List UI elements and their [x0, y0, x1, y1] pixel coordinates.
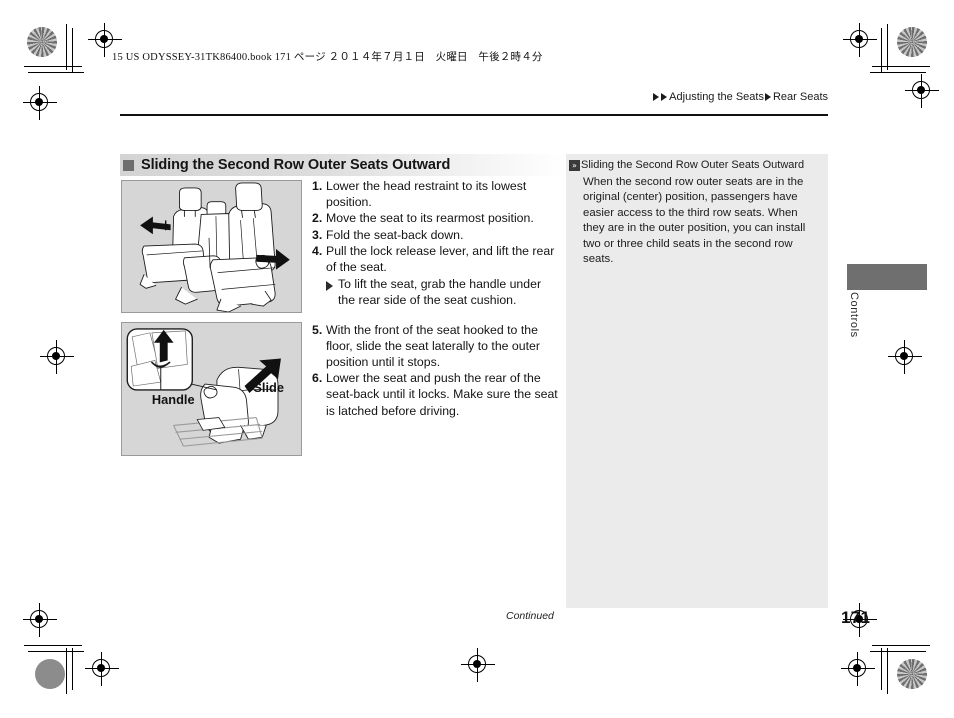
steps-spacer: [312, 309, 560, 322]
breadcrumb-arrow-icon-1: [653, 93, 660, 101]
section-heading-text: Sliding the Second Row Outer Seats Outwa…: [141, 157, 451, 173]
step-item: 5. With the front of the seat hooked to …: [312, 322, 560, 371]
breadcrumb-arrow-icon-3: [764, 93, 771, 101]
breadcrumb-arrow-icon-2: [661, 93, 668, 101]
section-bullet-square-icon: [123, 159, 134, 171]
figure-seat-handle-and-slide: Handle Slide: [121, 322, 302, 456]
page-content: 15 US ODYSSEY-31TK86400.book 171 ページ ２０１…: [0, 0, 954, 718]
side-note-panel: » Sliding the Second Row Outer Seats Out…: [566, 154, 828, 608]
print-file-header: 15 US ODYSSEY-31TK86400.book 171 ページ ２０１…: [112, 52, 543, 63]
side-tab-block: [847, 264, 927, 290]
side-tab-label: Controls: [848, 292, 860, 338]
side-note-header: » Sliding the Second Row Outer Seats Out…: [566, 154, 828, 172]
figure2-handle-label: Handle: [152, 392, 195, 407]
step-text: Lower the head restraint to its lowest p…: [326, 179, 527, 210]
step-item: 2. Move the seat to its rearmost positio…: [312, 210, 560, 226]
step-number: 3.: [312, 227, 323, 242]
step-text: Pull the lock release lever, and lift th…: [326, 243, 555, 275]
instruction-steps: 1. Lower the head restraint to its lowes…: [312, 178, 560, 419]
printed-page: 15 US ODYSSEY-31TK86400.book 171 ページ ２０１…: [0, 0, 954, 718]
continued-label: Continued: [506, 610, 554, 622]
breadcrumb-segment-adjusting-the-seats[interactable]: Adjusting the Seats: [669, 91, 764, 103]
side-note-title: Sliding the Second Row Outer Seats Outwa…: [581, 159, 805, 171]
breadcrumb: Adjusting the Seats Rear Seats: [652, 91, 828, 103]
substep-arrow-icon: [326, 281, 333, 292]
step-number: 2.: [312, 211, 323, 226]
step-number: 1.: [312, 179, 323, 193]
figure2-slide-label: Slide: [253, 380, 284, 395]
step-item: 4. Pull the lock release lever, and lift…: [312, 243, 560, 275]
step-text: Lower the seat and push the rear of the …: [326, 371, 558, 418]
figure-second-row-seats-sliding-outward: [121, 180, 302, 313]
substep-text: To lift the seat, grab the handle under …: [338, 277, 542, 308]
step-text: Move the seat to its rearmost position.: [326, 211, 534, 226]
page-number: 171: [841, 608, 871, 627]
breadcrumb-segment-rear-seats[interactable]: Rear Seats: [773, 91, 828, 103]
header-divider: [120, 114, 828, 116]
step-text: With the front of the seat hooked to the…: [326, 322, 540, 370]
section-heading: Sliding the Second Row Outer Seats Outwa…: [120, 154, 565, 176]
step-number: 5.: [312, 322, 323, 337]
step-text: Fold the seat-back down.: [326, 227, 464, 242]
side-note-body: When the second row outer seats are in t…: [583, 176, 806, 266]
step-item: 1. Lower the head restraint to its lowes…: [312, 178, 560, 210]
step-item: 6. Lower the seat and push the rear of t…: [312, 370, 560, 419]
step-number: 4.: [312, 243, 323, 258]
note-badge-icon: »: [569, 160, 580, 171]
step-number: 6.: [312, 371, 323, 386]
step-item: 3. Fold the seat-back down.: [312, 227, 560, 243]
substep-item: To lift the seat, grab the handle under …: [326, 276, 560, 308]
